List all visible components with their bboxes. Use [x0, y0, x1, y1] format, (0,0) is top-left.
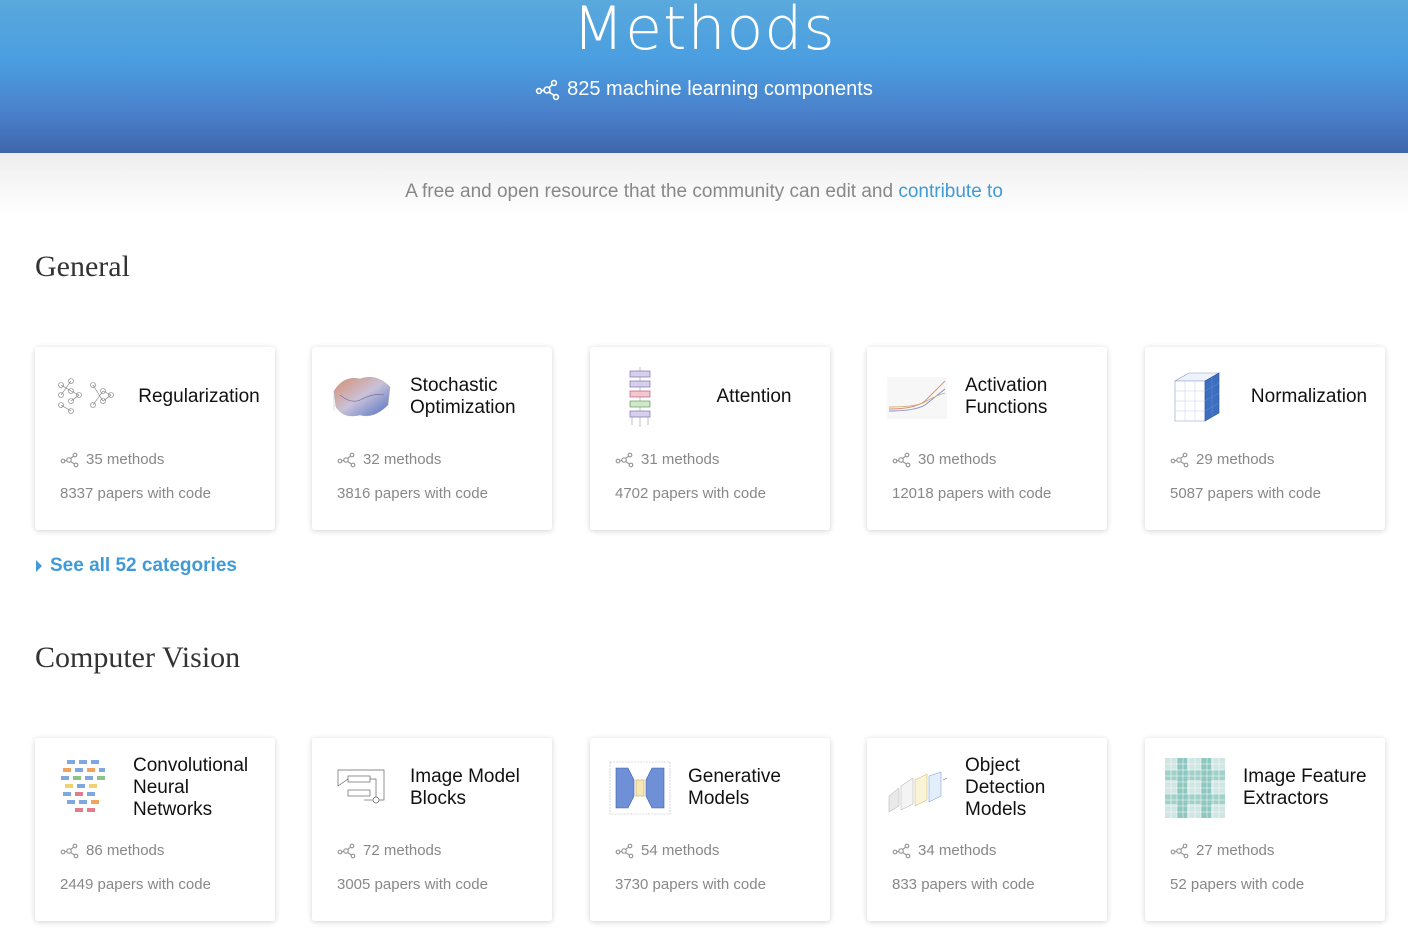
card-title: Attention — [716, 386, 792, 407]
category-card-image-feature-extractors[interactable]: Image Feature Extractors 27 methods 52 p… — [1145, 738, 1385, 921]
card-title: Normalization — [1250, 386, 1368, 407]
card-papers: 2449 papers with code — [60, 876, 211, 893]
card-papers: 5087 papers with code — [1170, 485, 1321, 502]
network-icon — [615, 452, 634, 467]
card-title: Activation Functions — [965, 375, 1048, 418]
activation-curve-icon — [885, 365, 949, 429]
card-methods: 54 methods — [615, 842, 719, 859]
cnn-architecture-icon — [53, 756, 117, 820]
network-icon — [892, 452, 911, 467]
category-card-stochastic-optimization[interactable]: Stochastic Optimization 32 methods 3816 … — [312, 347, 552, 530]
category-card-image-model-blocks[interactable]: Image Model Blocks 72 methods 3005 paper… — [312, 738, 552, 921]
card-methods: 30 methods — [892, 451, 996, 468]
card-title: Convolutional Neural Networks — [133, 755, 249, 820]
card-papers: 3730 papers with code — [615, 876, 766, 893]
card-methods: 32 methods — [337, 451, 441, 468]
network-icon — [60, 452, 79, 467]
card-methods: 29 methods — [1170, 451, 1274, 468]
section-title-general: General — [35, 250, 130, 283]
page-title: Methods — [572, 0, 836, 64]
card-title: Image Feature Extractors — [1243, 766, 1367, 809]
card-title: Object Detection Models — [965, 755, 1046, 820]
attention-block-icon — [608, 365, 672, 429]
normalization-cube-icon — [1163, 365, 1227, 429]
contribute-link[interactable]: contribute to — [898, 181, 1003, 202]
detection-pipeline-icon — [885, 756, 949, 820]
network-icon — [1170, 452, 1189, 467]
network-icon — [337, 452, 356, 467]
card-title: Stochastic Optimization — [410, 375, 516, 418]
encoder-decoder-icon — [608, 756, 672, 820]
network-icon — [615, 843, 634, 858]
regularization-diagram-icon — [53, 365, 117, 429]
card-methods: 35 methods — [60, 451, 164, 468]
card-methods: 34 methods — [892, 842, 996, 859]
hero-subtitle: 825 machine learning components — [0, 78, 1408, 101]
card-methods: 27 methods — [1170, 842, 1274, 859]
loss-surface-icon — [330, 365, 394, 429]
card-papers: 4702 papers with code — [615, 485, 766, 502]
category-card-normalization[interactable]: Normalization 29 methods 5087 papers wit… — [1145, 347, 1385, 530]
category-card-object-detection-models[interactable]: Object Detection Models 34 methods 833 p… — [867, 738, 1107, 921]
card-papers: 3005 papers with code — [337, 876, 488, 893]
network-icon — [1170, 843, 1189, 858]
category-card-convolutional-neural-networks[interactable]: Convolutional Neural Networks 86 methods… — [35, 738, 275, 921]
network-icon — [535, 79, 560, 100]
tagline-text: A free and open resource that the commun… — [405, 181, 899, 202]
category-card-generative-models[interactable]: Generative Models 54 methods 3730 papers… — [590, 738, 830, 921]
card-methods: 72 methods — [337, 842, 441, 859]
tagline: A free and open resource that the commun… — [0, 181, 1408, 203]
residual-block-icon — [330, 756, 394, 820]
network-icon — [892, 843, 911, 858]
feature-grid-icon — [1163, 756, 1227, 820]
category-card-attention[interactable]: Attention 31 methods 4702 papers with co… — [590, 347, 830, 530]
section-title-computer-vision: Computer Vision — [35, 641, 241, 674]
card-methods: 31 methods — [615, 451, 719, 468]
card-methods: 86 methods — [60, 842, 164, 859]
card-papers: 52 papers with code — [1170, 876, 1305, 893]
category-card-activation-functions[interactable]: Activation Functions 30 methods 12018 pa… — [867, 347, 1107, 530]
card-papers: 3816 papers with code — [337, 485, 488, 502]
card-title: Generative Models — [688, 766, 781, 809]
card-papers: 8337 papers with code — [60, 485, 211, 502]
card-papers: 12018 papers with code — [892, 485, 1052, 502]
network-icon — [60, 843, 79, 858]
see-all-categories-link[interactable]: See all 52 categories — [36, 555, 237, 577]
hero-banner: Methods 825 machine learning components — [0, 0, 1408, 153]
card-title: Image Model Blocks — [410, 766, 520, 809]
card-papers: 833 papers with code — [892, 876, 1035, 893]
card-title: Regularization — [138, 386, 260, 407]
category-card-regularization[interactable]: Regularization 35 methods 8337 papers wi… — [35, 347, 275, 530]
hero-subtitle-text: 825 machine learning components — [567, 78, 873, 100]
caret-right-icon — [36, 560, 42, 572]
network-icon — [337, 843, 356, 858]
